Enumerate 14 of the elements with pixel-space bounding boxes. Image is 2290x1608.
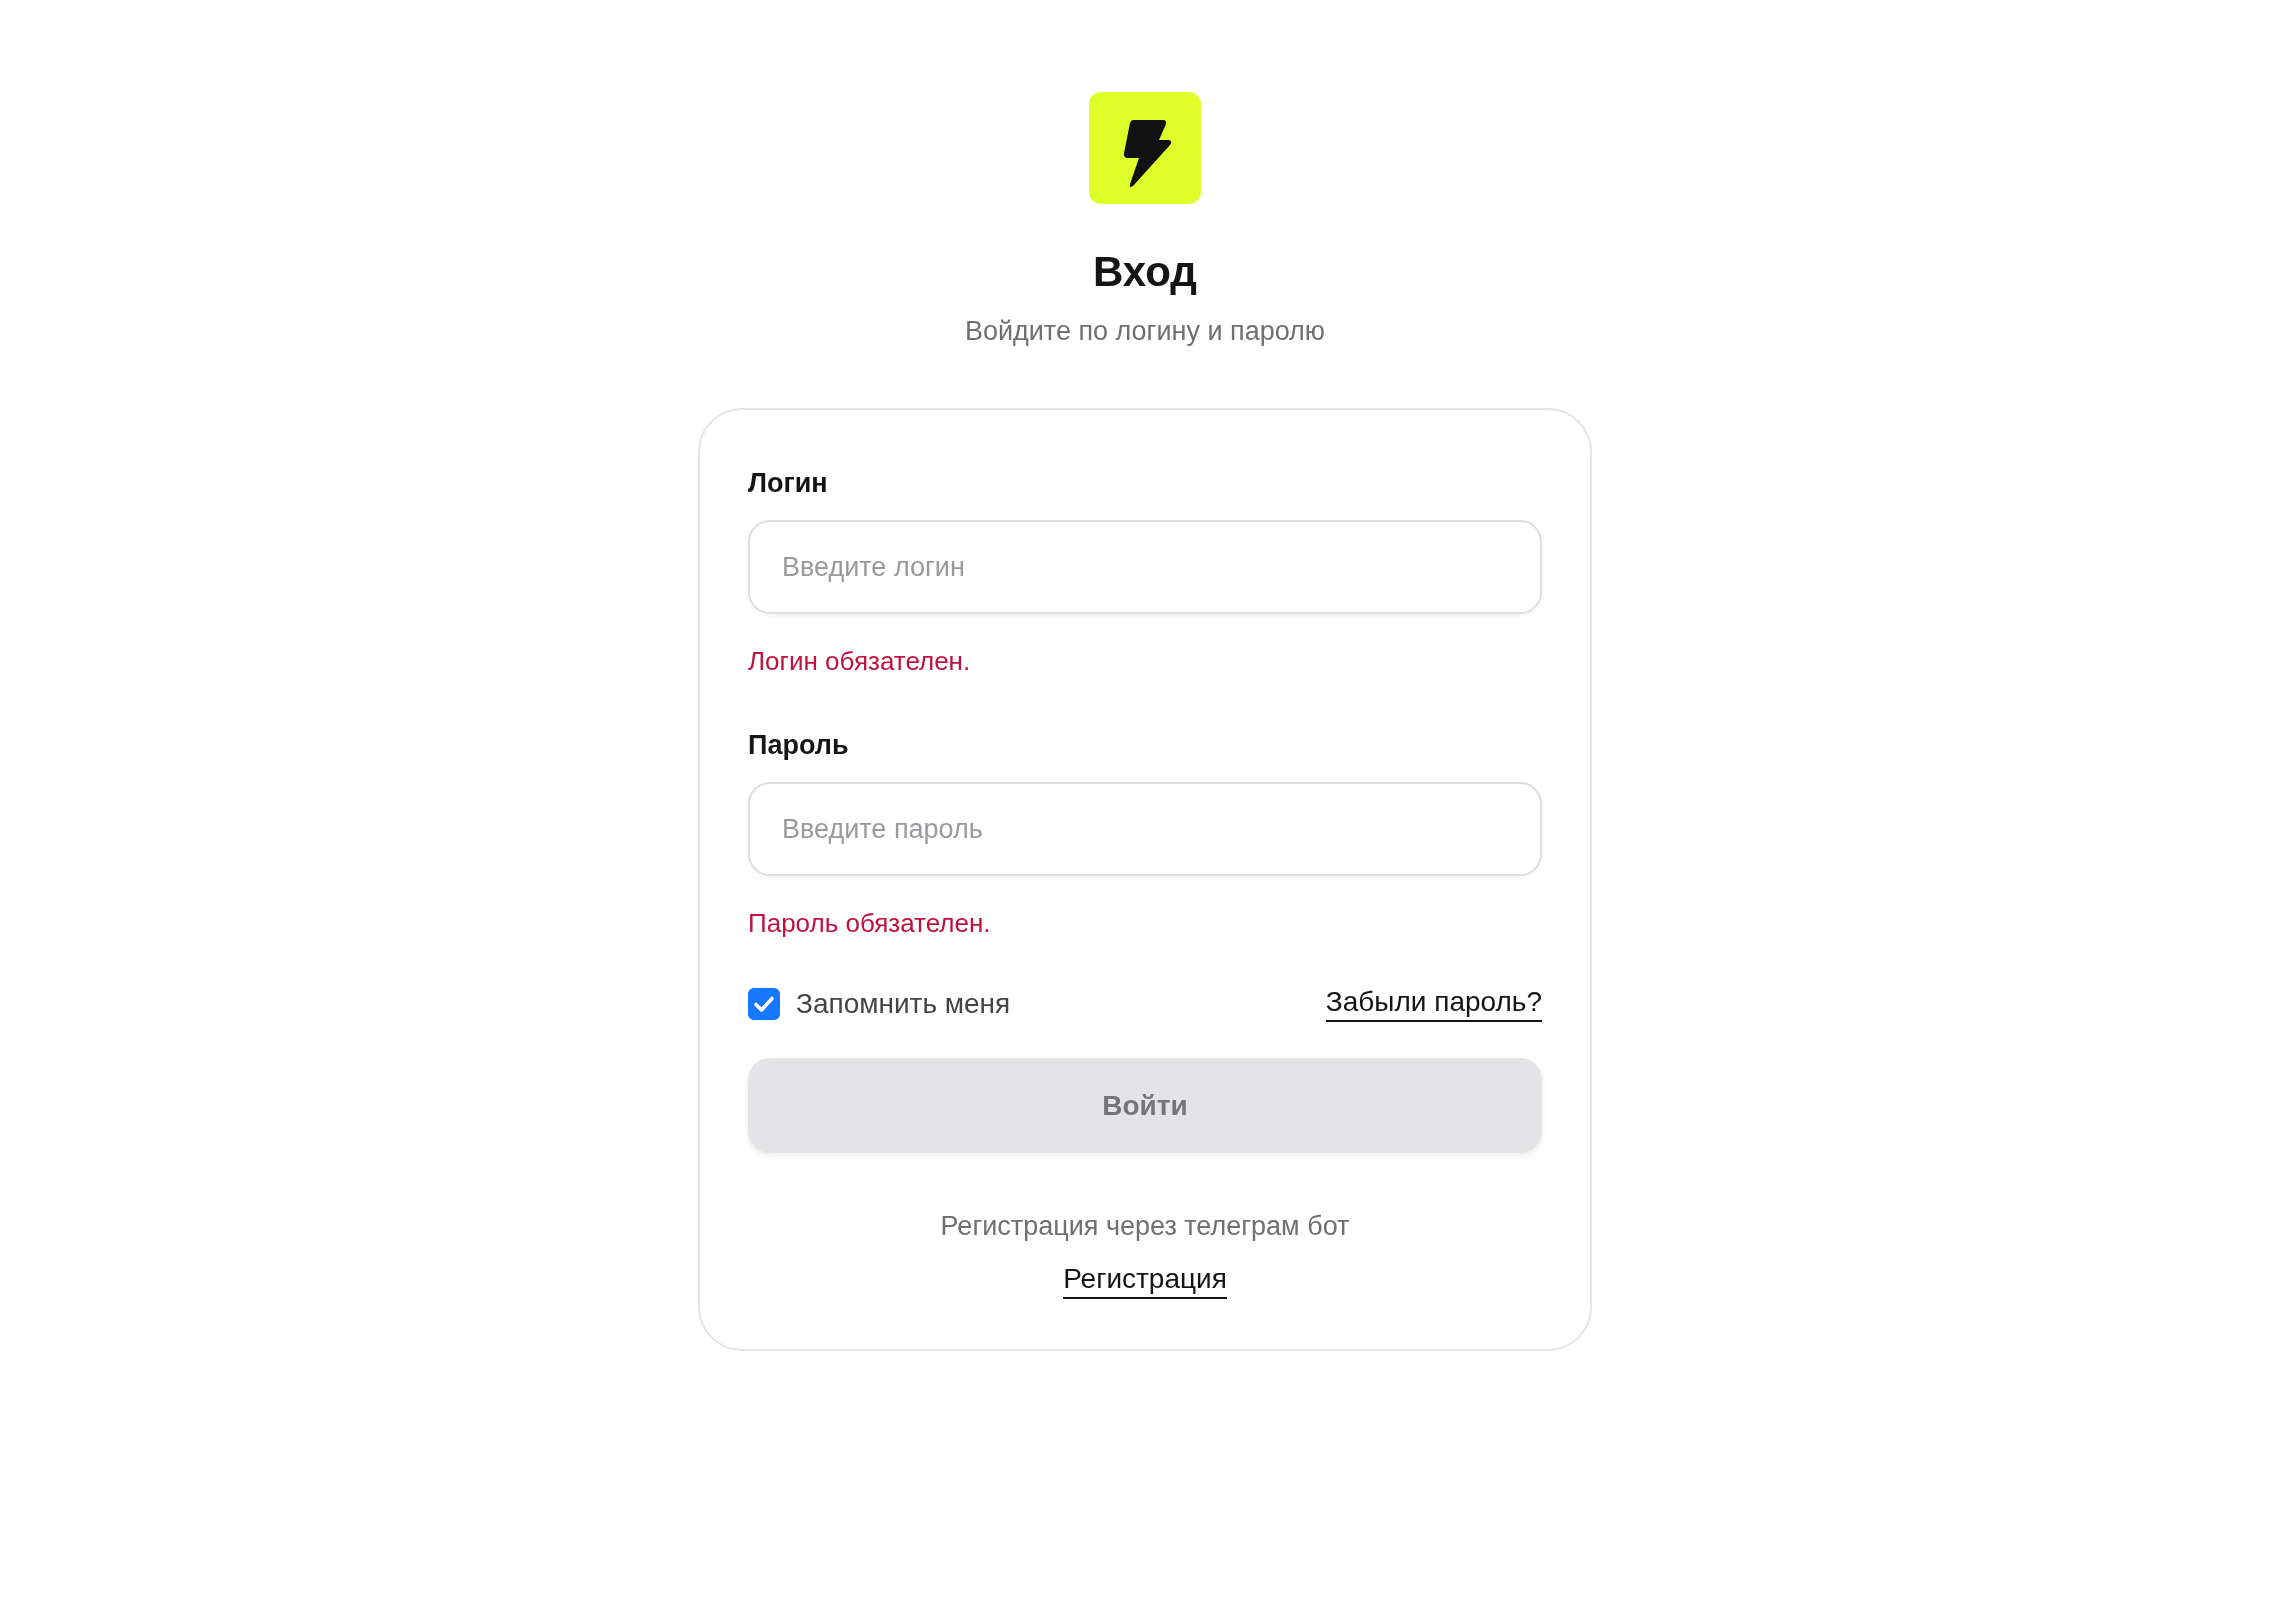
field-label: Логин bbox=[748, 467, 828, 500]
error-message: Пароль обязателен. bbox=[748, 907, 991, 940]
error-message: Логин обязателен. bbox=[748, 645, 971, 678]
logo-icon bbox=[1089, 92, 1201, 204]
register-link[interactable]: Регистрация bbox=[1063, 1263, 1227, 1299]
input-field[interactable]: Введите пароль bbox=[748, 782, 1542, 876]
field-label: Пароль bbox=[748, 729, 849, 762]
registration-note: Регистрация через телеграм бот bbox=[939, 1210, 1351, 1243]
page-subtitle: Войдите по логину и паролю bbox=[964, 315, 1326, 348]
forgot-password-link[interactable]: Забыли пароль? bbox=[1325, 986, 1542, 1022]
remember-label: Запомнить меня bbox=[796, 988, 1011, 1020]
page-title: Вход bbox=[1093, 247, 1197, 297]
remember-checkbox[interactable] bbox=[748, 988, 780, 1020]
input-field[interactable]: Введите логин bbox=[748, 520, 1542, 614]
